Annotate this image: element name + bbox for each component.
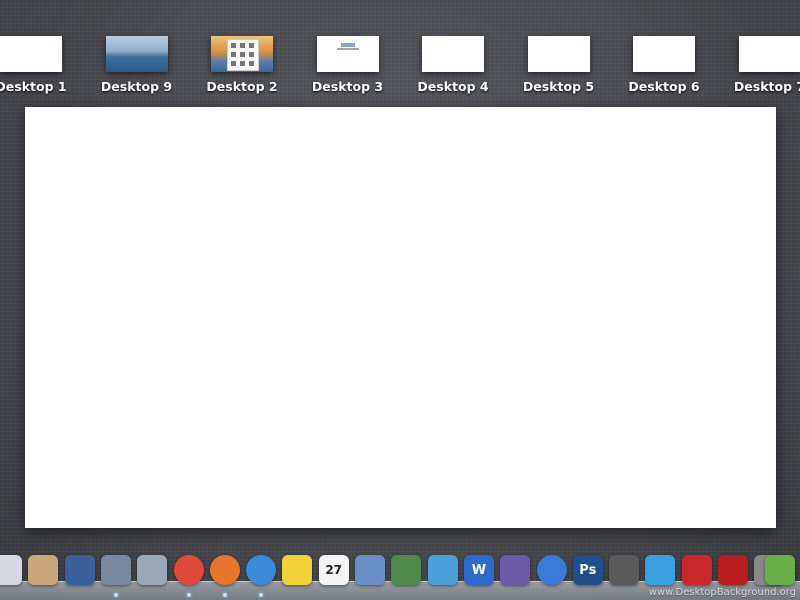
downloads-folder-icon[interactable] xyxy=(765,555,795,585)
running-indicator xyxy=(222,593,227,597)
space-thumbnail[interactable] xyxy=(422,36,484,72)
word-icon[interactable]: W xyxy=(463,555,494,585)
mail-stamp-icon[interactable] xyxy=(355,555,385,585)
space-desktop-4[interactable]: Desktop 4 xyxy=(398,0,508,105)
running-indicator xyxy=(113,593,118,597)
space-thumbnail[interactable] xyxy=(105,36,168,72)
chrome-icon[interactable] xyxy=(173,555,204,585)
finder-icon[interactable] xyxy=(0,555,22,585)
icon-label: 27 xyxy=(325,563,343,577)
facetime-icon[interactable] xyxy=(609,555,640,585)
space-thumbnail[interactable] xyxy=(0,36,62,72)
space-label: Desktop 1 xyxy=(0,79,67,94)
page-logo xyxy=(340,43,355,47)
network-app-icon[interactable] xyxy=(100,555,131,585)
calendar-icon[interactable]: 27 xyxy=(318,555,349,585)
space-label: Desktop 3 xyxy=(311,79,384,94)
preview-icon[interactable] xyxy=(391,555,422,585)
photoshop-icon[interactable]: Ps xyxy=(572,555,603,585)
space-desktop-3[interactable]: Desktop 3 xyxy=(293,0,403,105)
itunes-icon[interactable] xyxy=(536,555,567,585)
twitter-bird-icon[interactable] xyxy=(282,555,313,585)
space-thumbnail[interactable] xyxy=(633,36,695,72)
space-label: Desktop 2 xyxy=(206,79,278,94)
space-desktop-1[interactable]: Desktop 1 xyxy=(0,0,86,105)
desktop-preview-window[interactable] xyxy=(25,107,776,528)
space-thumbnail[interactable] xyxy=(211,36,273,72)
firefox-icon[interactable] xyxy=(209,555,240,585)
icon-label: Ps xyxy=(579,562,597,578)
space-label: Desktop 7 xyxy=(733,79,800,94)
safari-icon[interactable] xyxy=(246,555,277,585)
space-desktop-5[interactable]: Desktop 5 xyxy=(504,0,614,105)
running-indicator xyxy=(186,593,191,597)
theater-chair-icon[interactable] xyxy=(681,555,712,585)
app-store-icon[interactable] xyxy=(645,555,676,585)
space-label: Desktop 9 xyxy=(100,79,173,94)
space-label: Desktop 4 xyxy=(417,79,489,94)
page-line xyxy=(336,48,359,50)
space-desktop-6[interactable]: Desktop 6 xyxy=(609,0,719,105)
icon-label: W xyxy=(471,562,487,578)
xcode-icon[interactable] xyxy=(137,555,168,585)
space-desktop-9[interactable]: Desktop 9 xyxy=(82,0,192,105)
watermark: www.DesktopBackground.org xyxy=(648,587,796,598)
photo-booth-icon[interactable] xyxy=(718,555,748,585)
space-thumbnail[interactable] xyxy=(316,36,379,72)
space-desktop-7[interactable]: Desktop 7 xyxy=(715,0,800,105)
pencil-app-icon[interactable] xyxy=(500,555,531,585)
window-thumbnail xyxy=(227,39,259,71)
space-thumbnail[interactable] xyxy=(738,36,800,72)
vmware-icon[interactable] xyxy=(64,555,95,585)
address-book-icon[interactable] xyxy=(28,555,59,585)
space-label: Desktop 6 xyxy=(628,79,700,94)
space-label: Desktop 5 xyxy=(522,79,595,94)
space-thumbnail[interactable] xyxy=(527,36,590,72)
numbers-chart-icon[interactable] xyxy=(427,555,458,585)
space-desktop-2[interactable]: Desktop 2 xyxy=(187,0,297,105)
